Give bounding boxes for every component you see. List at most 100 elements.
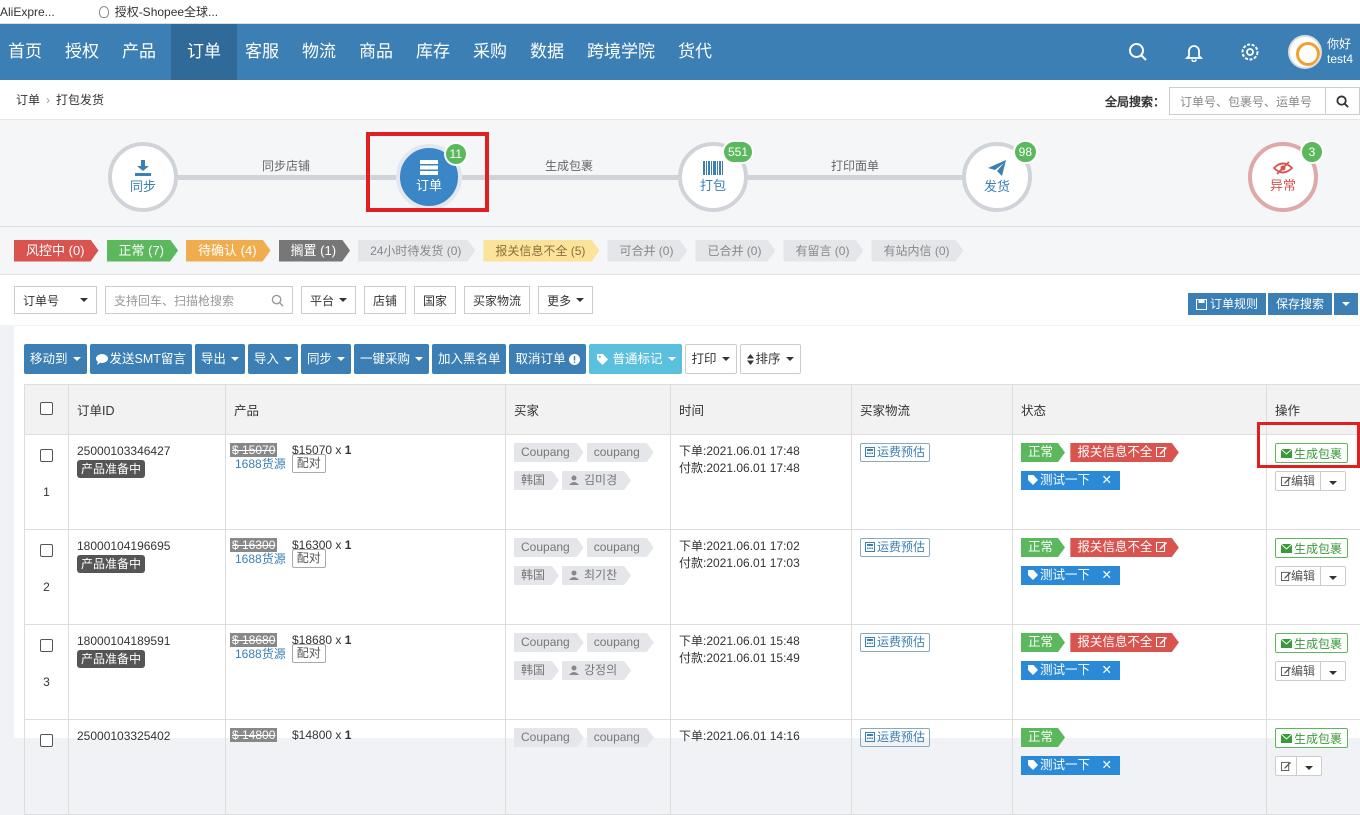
generate-package-button[interactable]: 生成包裹 bbox=[1275, 728, 1348, 748]
edit-dropdown[interactable] bbox=[1321, 474, 1345, 488]
filter-onhold[interactable]: 搁置 (1) bbox=[279, 240, 351, 262]
country-tag: 韩国 bbox=[514, 661, 559, 680]
eye-slash-icon bbox=[1273, 161, 1293, 175]
move-to-button[interactable]: 移动到 bbox=[24, 344, 87, 374]
filter-risk[interactable]: 风控中 (0) bbox=[14, 240, 99, 262]
one-click-purchase-button[interactable]: 一键采购 bbox=[354, 344, 429, 374]
edit-button[interactable] bbox=[1276, 757, 1297, 775]
sort-button[interactable]: 排序 bbox=[740, 344, 801, 374]
add-blacklist-button[interactable]: 加入黑名单 bbox=[432, 344, 507, 374]
edit-button[interactable]: 编辑 bbox=[1276, 567, 1321, 585]
step-sync[interactable]: 同步 bbox=[108, 142, 178, 212]
filter-24h[interactable]: 24小时待发货 (0) bbox=[358, 240, 475, 262]
nav-forwarder[interactable]: 货代 bbox=[670, 24, 727, 80]
search-icon[interactable] bbox=[1110, 42, 1166, 62]
nav-auth[interactable]: 授权 bbox=[57, 24, 114, 80]
row-checkbox[interactable] bbox=[40, 449, 53, 462]
nav-goods[interactable]: 商品 bbox=[351, 24, 408, 80]
remove-mark-icon[interactable]: ✕ bbox=[1102, 663, 1112, 677]
filter-normal[interactable]: 正常 (7) bbox=[107, 240, 179, 262]
row-checkbox[interactable] bbox=[40, 639, 53, 652]
export-button[interactable]: 导出 bbox=[195, 344, 245, 374]
sync-button[interactable]: 同步 bbox=[301, 344, 351, 374]
mark-tag[interactable]: 测试一下 ✕ bbox=[1021, 661, 1120, 680]
status-customs-tag[interactable]: 报关信息不全 bbox=[1070, 633, 1179, 652]
nav-purchase[interactable]: 采购 bbox=[465, 24, 522, 80]
filter-pending[interactable]: 待确认 (4) bbox=[186, 240, 271, 262]
bookmark-shopee[interactable]: 授权-Shopee全球... bbox=[115, 3, 218, 20]
mark-tag[interactable]: 测试一下 ✕ bbox=[1021, 756, 1120, 775]
print-button[interactable]: 打印 bbox=[685, 344, 737, 374]
nav-logistics[interactable]: 物流 bbox=[294, 24, 351, 80]
search-field-select[interactable]: 订单号 bbox=[14, 286, 97, 314]
shipping-estimate-button[interactable]: 运费预估 bbox=[860, 538, 930, 557]
nav-orders[interactable]: 订单 bbox=[171, 24, 237, 80]
status-customs-tag[interactable]: 报关信息不全 bbox=[1070, 538, 1179, 557]
remove-mark-icon[interactable]: ✕ bbox=[1102, 758, 1112, 772]
edit-button[interactable]: 编辑 bbox=[1276, 662, 1321, 680]
shipping-estimate-button[interactable]: 运费预估 bbox=[860, 633, 930, 652]
scan-search-input[interactable]: 支持回车、扫描枪搜索 bbox=[105, 286, 293, 314]
edit-dropdown[interactable] bbox=[1321, 664, 1345, 678]
save-search-dropdown[interactable] bbox=[1334, 293, 1358, 315]
cancel-order-button[interactable]: 取消订单 bbox=[509, 344, 585, 374]
remove-mark-icon[interactable]: ✕ bbox=[1102, 473, 1112, 487]
order-rules-button[interactable]: 订单规则 bbox=[1188, 293, 1266, 315]
select-all-checkbox[interactable] bbox=[40, 402, 53, 415]
order-id[interactable]: 18000104196695 bbox=[77, 539, 217, 553]
source-1688-link[interactable]: 1688货源 bbox=[235, 455, 286, 472]
step-ship[interactable]: 发货 98 bbox=[962, 142, 1032, 212]
global-search-button[interactable] bbox=[1326, 87, 1360, 115]
match-button[interactable]: 配对 bbox=[292, 454, 326, 473]
generate-package-button[interactable]: 生成包裹 bbox=[1275, 633, 1348, 653]
nav-products[interactable]: 产品 bbox=[114, 24, 171, 80]
filter-has-inbox[interactable]: 有站内信 (0) bbox=[871, 240, 963, 262]
remove-mark-icon[interactable]: ✕ bbox=[1102, 568, 1112, 582]
edit-dropdown[interactable] bbox=[1297, 759, 1321, 773]
order-id[interactable]: 18000104189591 bbox=[77, 634, 217, 648]
gear-icon[interactable] bbox=[1222, 42, 1278, 62]
platform-filter-button[interactable]: 平台 bbox=[301, 286, 356, 314]
pay-time: 付款:2021.06.01 17:48 bbox=[679, 460, 843, 477]
edit-dropdown[interactable] bbox=[1321, 569, 1345, 583]
nav-service[interactable]: 客服 bbox=[237, 24, 294, 80]
order-id[interactable]: 25000103346427 bbox=[77, 444, 217, 458]
avatar[interactable] bbox=[1288, 35, 1322, 69]
nav-data[interactable]: 数据 bbox=[522, 24, 579, 80]
status-customs-tag[interactable]: 报关信息不全 bbox=[1070, 443, 1179, 462]
step-exception[interactable]: 异常 3 bbox=[1248, 142, 1318, 212]
normal-mark-button[interactable]: 普通标记 bbox=[589, 344, 682, 374]
source-1688-link[interactable]: 1688货源 bbox=[235, 645, 286, 662]
import-button[interactable]: 导入 bbox=[248, 344, 298, 374]
mark-tag[interactable]: 测试一下 ✕ bbox=[1021, 471, 1120, 490]
nav-home[interactable]: 首页 bbox=[0, 24, 57, 80]
shipping-estimate-button[interactable]: 运费预估 bbox=[860, 443, 930, 462]
row-checkbox[interactable] bbox=[40, 734, 53, 747]
generate-package-button[interactable]: 生成包裹 bbox=[1275, 538, 1348, 558]
send-smt-message-button[interactable]: 发送SMT留言 bbox=[90, 344, 192, 374]
nav-stock[interactable]: 库存 bbox=[408, 24, 465, 80]
shop-filter-button[interactable]: 店铺 bbox=[364, 286, 406, 314]
country-filter-button[interactable]: 国家 bbox=[414, 286, 456, 314]
product-thumbnail[interactable]: $ 14800 bbox=[230, 728, 277, 742]
filter-merged[interactable]: 已合并 (0) bbox=[695, 240, 775, 262]
source-1688-link[interactable]: 1688货源 bbox=[235, 550, 286, 567]
breadcrumb-orders[interactable]: 订单 bbox=[16, 91, 40, 108]
bell-icon[interactable] bbox=[1166, 42, 1222, 62]
nav-academy[interactable]: 跨境学院 bbox=[579, 24, 670, 80]
more-filter-button[interactable]: 更多 bbox=[538, 286, 593, 314]
global-search-input[interactable]: 订单号、包裹号、运单号 bbox=[1169, 87, 1326, 115]
mark-tag[interactable]: 测试一下 ✕ bbox=[1021, 566, 1120, 585]
match-button[interactable]: 配对 bbox=[292, 549, 326, 568]
match-button[interactable]: 配对 bbox=[292, 644, 326, 663]
filter-customs-incomplete[interactable]: 报关信息不全 (5) bbox=[483, 240, 599, 262]
buyer-logistics-filter-button[interactable]: 买家物流 bbox=[464, 286, 530, 314]
save-search-button[interactable]: 保存搜索 bbox=[1268, 293, 1332, 315]
edit-button[interactable]: 编辑 bbox=[1276, 472, 1321, 490]
filter-mergeable[interactable]: 可合并 (0) bbox=[607, 240, 687, 262]
step-pack[interactable]: 打包 551 bbox=[678, 142, 748, 212]
order-id[interactable]: 25000103325402 bbox=[77, 729, 217, 743]
row-checkbox[interactable] bbox=[40, 544, 53, 557]
filter-has-message[interactable]: 有留言 (0) bbox=[783, 240, 863, 262]
bookmark-aliexpress[interactable]: AliExpre... bbox=[0, 5, 55, 19]
